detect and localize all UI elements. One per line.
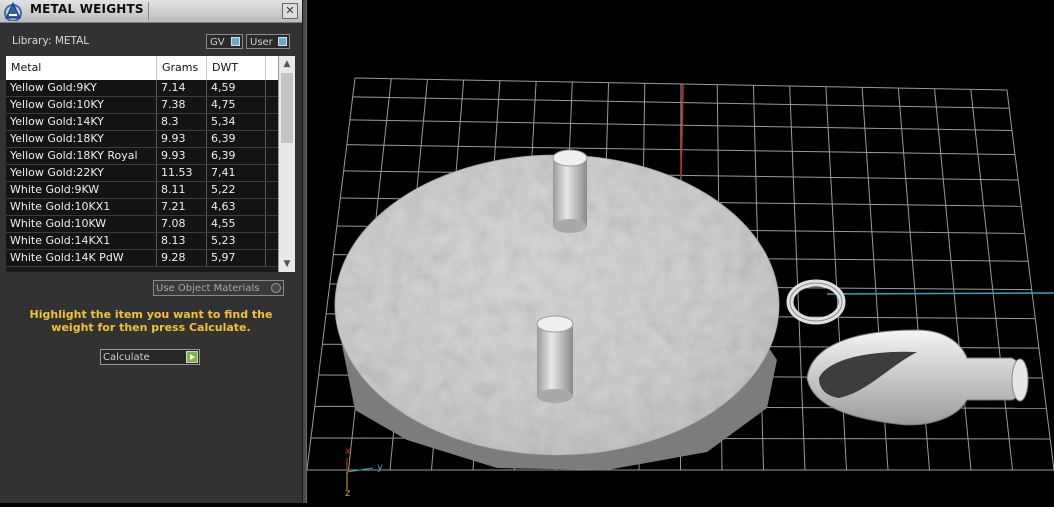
use-object-materials-label: Use Object Materials	[156, 283, 260, 294]
panel-title-bar: METAL WEIGHTS ✕	[0, 0, 302, 23]
cell-metal: White Gold:14KX1	[6, 233, 157, 249]
3d-viewport[interactable]: x y z	[306, 0, 1054, 503]
cell-grams: 7.21	[157, 199, 207, 215]
gv-toggle-label: GV	[210, 37, 225, 48]
cell-grams: 9.28	[157, 250, 207, 266]
cell-metal: Yellow Gold:10KY	[6, 97, 157, 113]
table-row[interactable]: White Gold:10KX1 7.21 4,63	[6, 199, 278, 216]
cell-metal: White Gold:10KX1	[6, 199, 157, 215]
cell-metal: Yellow Gold:22KY	[6, 165, 157, 181]
table-row[interactable]: White Gold:9KW 8.11 5,22	[6, 182, 278, 199]
table-row[interactable]: White Gold:14K PdW 9.28 5,97	[6, 250, 278, 267]
bottom-pin[interactable]	[536, 315, 574, 403]
instruction-message: Highlight the item you want to find the …	[29, 308, 273, 334]
table-row[interactable]: White Gold:10KW 7.08 4,55	[6, 216, 278, 233]
cell-grams: 8.11	[157, 182, 207, 198]
cell-dwt: 4,59	[207, 80, 266, 96]
column-header-dwt[interactable]: DWT	[207, 56, 266, 80]
gv-toggle-knob-icon	[231, 37, 240, 46]
cell-dwt: 5,22	[207, 182, 266, 198]
calculate-button[interactable]: Calculate	[100, 349, 200, 365]
metals-table: Metal Grams DWT Yellow Gold:9KY 7.14 4,59 Y…	[6, 56, 295, 272]
cell-grams: 7.14	[157, 80, 207, 96]
grid-line	[1006, 89, 1054, 471]
metal-weights-panel: METAL WEIGHTS ✕ Library: METAL GV User M…	[0, 0, 302, 503]
table-row[interactable]: Yellow Gold:10KY 7.38 4,75	[6, 97, 278, 114]
scroll-down-icon[interactable]: ▼	[281, 258, 293, 270]
cell-metal: White Gold:10KW	[6, 216, 157, 232]
user-toggle-knob-icon	[278, 37, 287, 46]
app-logo-icon	[4, 1, 22, 21]
cell-dwt: 6,39	[207, 148, 266, 164]
cell-grams: 9.93	[157, 148, 207, 164]
cell-dwt: 5,97	[207, 250, 266, 266]
cell-metal: Yellow Gold:9KY	[6, 80, 157, 96]
cell-metal: Yellow Gold:14KY	[6, 114, 157, 130]
table-row[interactable]: Yellow Gold:14KY 8.3 5,34	[6, 114, 278, 131]
table-row[interactable]: White Gold:14KX1 8.13 5,23	[6, 233, 278, 250]
library-label: Library: METAL	[12, 35, 90, 47]
cell-dwt: 4,55	[207, 216, 266, 232]
cell-dwt: 5,23	[207, 233, 266, 249]
column-header-metal[interactable]: Metal	[6, 56, 157, 80]
title-divider	[148, 2, 149, 20]
cell-grams: 8.3	[157, 114, 207, 130]
axis-x-label: x	[345, 446, 351, 457]
viewport-scene: x y z	[306, 77, 1054, 499]
cell-grams: 7.08	[157, 216, 207, 232]
axis-gizmo: x y z	[345, 446, 383, 499]
panel-title: METAL WEIGHTS	[30, 2, 144, 16]
cell-grams: 11.53	[157, 165, 207, 181]
radio-circle-icon[interactable]	[271, 283, 281, 293]
use-object-materials-option[interactable]: Use Object Materials	[153, 280, 284, 296]
cell-metal: White Gold:9KW	[6, 182, 157, 198]
gv-toggle[interactable]: GV	[206, 34, 243, 49]
play-icon[interactable]	[186, 351, 198, 363]
cell-dwt: 5,34	[207, 114, 266, 130]
column-header-grams[interactable]: Grams	[157, 56, 207, 80]
cell-grams: 8.13	[157, 233, 207, 249]
cell-metal: Yellow Gold:18KY	[6, 131, 157, 147]
cell-dwt: 7,41	[207, 165, 266, 181]
top-pin[interactable]	[552, 149, 588, 233]
table-scrollbar[interactable]: ▲ ▼	[278, 56, 295, 272]
cell-metal: White Gold:14K PdW	[6, 250, 157, 266]
scroll-up-icon[interactable]: ▲	[281, 58, 293, 70]
bail-piece[interactable]	[806, 329, 1029, 426]
table-header: Metal Grams DWT	[6, 56, 278, 80]
table-row[interactable]: Yellow Gold:18KY 9.93 6,39	[6, 131, 278, 148]
axis-z-label: z	[345, 488, 350, 499]
close-button[interactable]: ✕	[282, 3, 298, 19]
grid-line	[789, 85, 806, 471]
table-row[interactable]: Yellow Gold:18KY Royal 9.93 6,39	[6, 148, 278, 165]
table-row[interactable]: Yellow Gold:22KY 11.53 7,41	[6, 165, 278, 182]
calculate-label: Calculate	[103, 352, 150, 363]
cell-dwt: 6,39	[207, 131, 266, 147]
axis-y-label: y	[377, 462, 383, 473]
scroll-thumb[interactable]	[281, 73, 293, 143]
cell-grams: 7.38	[157, 97, 207, 113]
cell-grams: 9.93	[157, 131, 207, 147]
cell-dwt: 4,63	[207, 199, 266, 215]
cell-metal: Yellow Gold:18KY Royal	[6, 148, 157, 164]
grid-line	[970, 89, 1013, 471]
table-row[interactable]: Yellow Gold:9KY 7.14 4,59	[6, 80, 278, 97]
cell-dwt: 4,75	[207, 97, 266, 113]
user-toggle-label: User	[250, 37, 273, 48]
user-toggle[interactable]: User	[246, 34, 290, 49]
y-axis-line	[826, 292, 1054, 295]
